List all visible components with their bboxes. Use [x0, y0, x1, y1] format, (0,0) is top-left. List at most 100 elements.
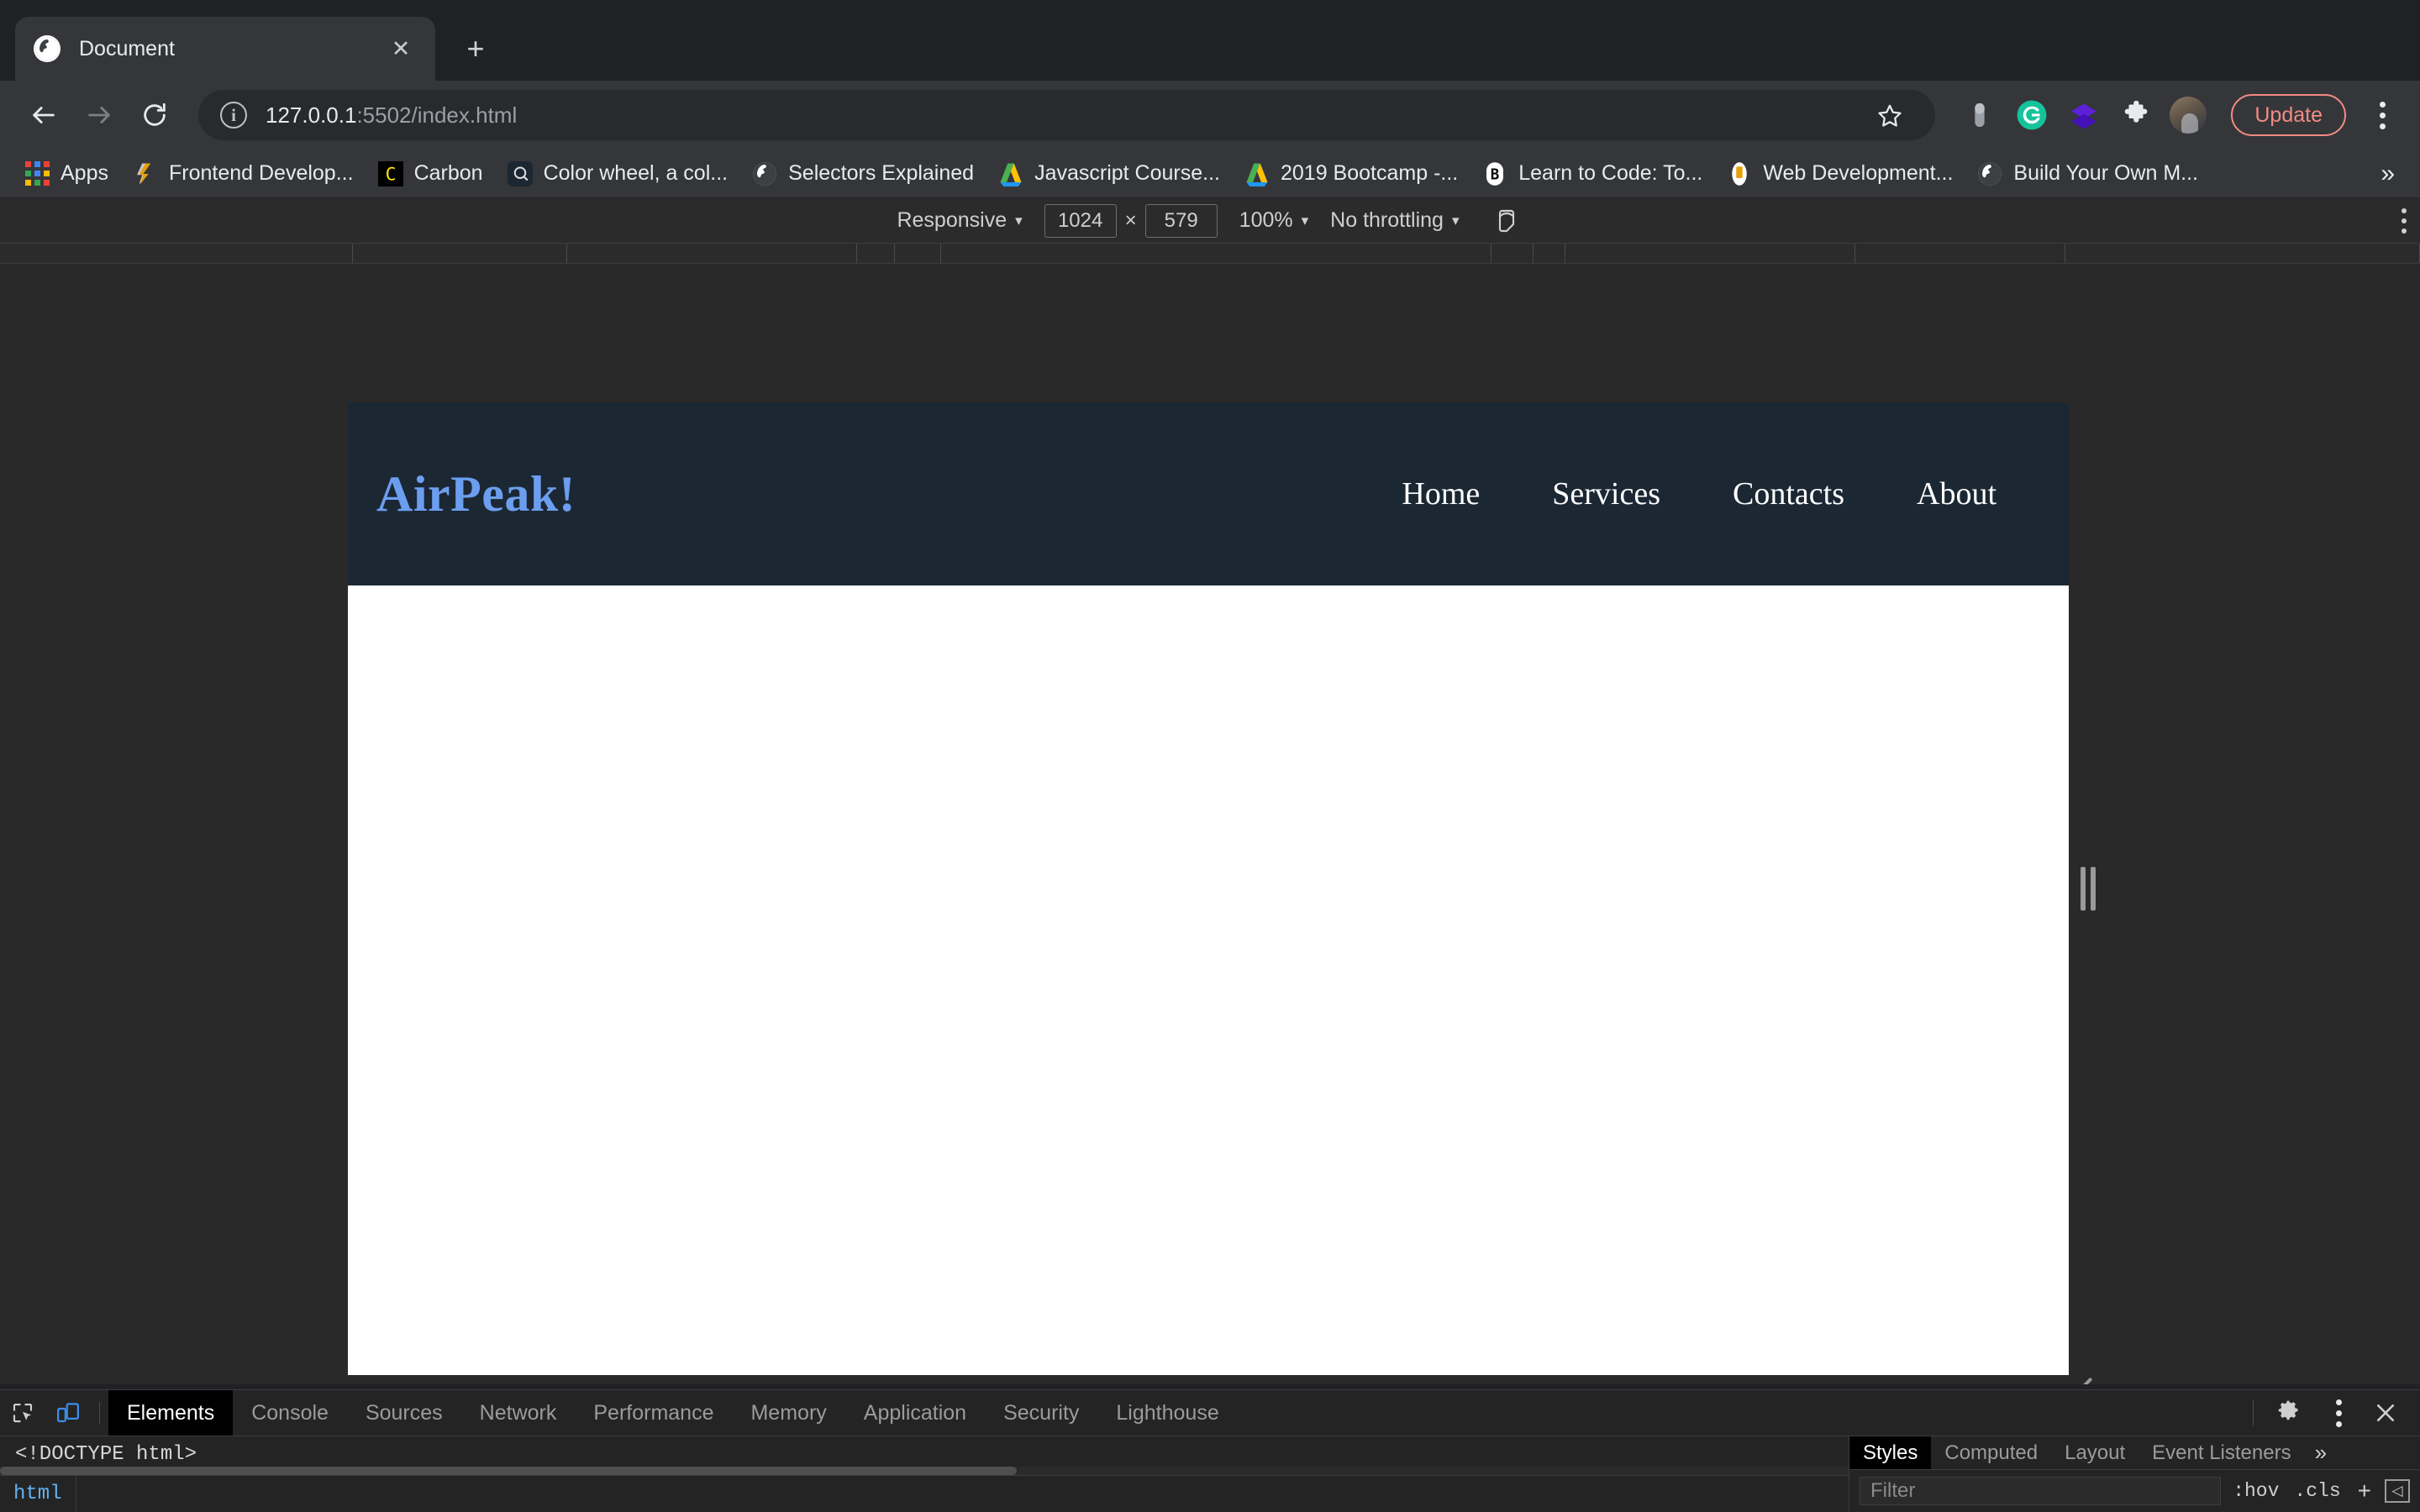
styles-tab-layout[interactable]: Layout — [2051, 1436, 2139, 1469]
site-header: AirPeak! Home Services Contacts About — [348, 402, 2069, 585]
kebab-menu-icon[interactable] — [2314, 1390, 2360, 1436]
viewport-width-handle[interactable] — [2079, 864, 2097, 914]
nav-link-about[interactable]: About — [1917, 475, 1996, 512]
chevron-down-icon: ▾ — [1301, 212, 1309, 228]
inspect-element-icon[interactable] — [0, 1390, 45, 1436]
rotate-device-icon[interactable] — [1490, 204, 1523, 238]
device-preset-label: Responsive — [897, 208, 1007, 232]
bookmark-selectors-explained[interactable]: Selectors Explained — [741, 155, 984, 192]
bookmark-label: Selectors Explained — [788, 161, 975, 185]
styles-pane: Styles Computed Layout Event Listeners »… — [1849, 1436, 2420, 1512]
bitmap-icon: B — [1481, 160, 1508, 187]
bookmarks-overflow-icon[interactable]: » — [2369, 160, 2407, 188]
capsule-icon[interactable] — [1960, 96, 1999, 134]
extensions-row: Update — [1952, 92, 2402, 138]
device-width-ruler — [0, 244, 2420, 264]
adobe-color-icon — [507, 160, 534, 187]
site-info-icon[interactable]: i — [220, 102, 247, 129]
elements-horizontal-scrollbar[interactable] — [0, 1467, 1849, 1475]
bookmark-javascript-course[interactable]: Javascript Course... — [987, 155, 1230, 192]
site-logo[interactable]: AirPeak! — [376, 465, 576, 523]
navigation-toolbar: i 127.0.0.1:5502/index.html Update — [0, 81, 2420, 150]
close-icon[interactable]: ✕ — [385, 33, 417, 65]
devtools-tab-network[interactable]: Network — [461, 1390, 576, 1436]
devtools-tab-performance[interactable]: Performance — [575, 1390, 732, 1436]
bookmark-label: Build Your Own M... — [2013, 161, 2198, 185]
sidebar-toggle-icon[interactable]: ◁ — [2385, 1479, 2410, 1503]
gear-icon[interactable] — [2265, 1390, 2311, 1436]
grammarly-icon[interactable] — [2012, 96, 2051, 134]
devtools-tab-memory[interactable]: Memory — [732, 1390, 844, 1436]
dimension-separator: × — [1124, 208, 1137, 232]
viewport-corner-resize-handle[interactable] — [2067, 1373, 2096, 1384]
bookmark-build-your-own[interactable]: Build Your Own M... — [1966, 155, 2208, 192]
back-icon[interactable] — [18, 90, 69, 140]
layers-icon[interactable] — [2065, 96, 2103, 134]
throttling-select[interactable]: No throttling ▾ — [1330, 208, 1459, 233]
bookmark-learn-to-code[interactable]: B Learn to Code: To... — [1471, 155, 1712, 192]
devtools-tab-application[interactable]: Application — [845, 1390, 985, 1436]
class-toggle[interactable]: .cls — [2291, 1480, 2344, 1502]
devtools-tabbar-actions — [2244, 1390, 2420, 1436]
browser-tab[interactable]: Document ✕ — [15, 17, 435, 81]
reload-icon[interactable] — [129, 90, 180, 140]
nav-link-contacts[interactable]: Contacts — [1733, 475, 1844, 512]
styles-tab-styles[interactable]: Styles — [1849, 1436, 1932, 1469]
bookmark-frontend-masters[interactable]: Frontend Develop... — [122, 155, 364, 192]
emulated-viewport: AirPeak! Home Services Contacts About — [348, 402, 2069, 1375]
breadcrumb-item-html[interactable]: html — [0, 1476, 76, 1512]
emulation-stage: AirPeak! Home Services Contacts About — [0, 264, 2420, 1384]
bookmark-2019-bootcamp[interactable]: 2019 Bootcamp -... — [1234, 155, 1468, 192]
viewport-height-input[interactable]: 579 — [1144, 203, 1218, 238]
elements-tree-pane[interactable]: <!DOCTYPE html> html — [0, 1436, 1849, 1512]
bookmark-color-wheel[interactable]: Color wheel, a col... — [497, 155, 739, 192]
bookmark-web-development[interactable]: Web Development... — [1716, 155, 1963, 192]
site-body — [348, 585, 2069, 1375]
kebab-menu-icon[interactable] — [2363, 92, 2402, 138]
new-tab-button[interactable]: + — [450, 24, 501, 74]
url-host: 127.0.0.1 — [266, 102, 357, 128]
styles-filter-input[interactable]: Filter — [1860, 1477, 2222, 1505]
bookmark-star-icon[interactable] — [1866, 92, 1914, 139]
devtools-content: <!DOCTYPE html> html Styles Computed Lay… — [0, 1436, 2420, 1512]
devtools-tab-sources[interactable]: Sources — [347, 1390, 461, 1436]
devtools-tabbar: Elements Console Sources Network Perform… — [0, 1390, 2420, 1436]
devtools-tab-security[interactable]: Security — [985, 1390, 1097, 1436]
frontend-masters-icon — [132, 160, 159, 187]
divider — [2253, 1400, 2254, 1425]
divider — [99, 1402, 100, 1424]
nav-link-home[interactable]: Home — [1402, 475, 1480, 512]
puzzle-extensions-icon[interactable] — [2117, 96, 2155, 134]
url-text: 127.0.0.1:5502/index.html — [266, 102, 517, 129]
globe-icon — [751, 160, 778, 187]
forward-icon[interactable] — [74, 90, 124, 140]
chevron-down-icon: ▾ — [1015, 212, 1023, 228]
toggle-device-toolbar-icon[interactable] — [45, 1390, 91, 1436]
throttling-label: No throttling — [1330, 208, 1444, 232]
devtools-tab-lighthouse[interactable]: Lighthouse — [1097, 1390, 1237, 1436]
device-preset-select[interactable]: Responsive ▾ — [897, 208, 1022, 233]
new-style-rule-button[interactable]: + — [2353, 1478, 2376, 1504]
styles-tabbar: Styles Computed Layout Event Listeners » — [1849, 1436, 2420, 1470]
devtools-tab-console[interactable]: Console — [233, 1390, 347, 1436]
viewport-width-input[interactable]: 1024 — [1044, 203, 1117, 238]
bookmark-label: Color wheel, a col... — [543, 161, 729, 185]
zoom-select[interactable]: 100% ▾ — [1239, 208, 1309, 233]
close-icon[interactable] — [2363, 1390, 2408, 1436]
bookmark-apps[interactable]: Apps — [13, 155, 118, 192]
nav-link-services[interactable]: Services — [1552, 475, 1660, 512]
address-bar[interactable]: i 127.0.0.1:5502/index.html — [198, 90, 1936, 140]
styles-tab-computed[interactable]: Computed — [1931, 1436, 2051, 1469]
bookmark-label: Frontend Develop... — [168, 161, 354, 185]
bookmark-carbon[interactable]: C Carbon — [367, 155, 493, 192]
google-drive-icon — [997, 160, 1024, 187]
hover-state-toggle[interactable]: :hov — [2229, 1480, 2282, 1502]
update-button[interactable]: Update — [2231, 94, 2346, 136]
devtools-tab-elements[interactable]: Elements — [108, 1390, 234, 1436]
avatar[interactable] — [2169, 96, 2207, 134]
google-drive-icon — [1244, 160, 1270, 187]
styles-tabs-overflow-icon[interactable]: » — [2305, 1436, 2337, 1469]
styles-tab-event-listeners[interactable]: Event Listeners — [2139, 1436, 2304, 1469]
device-toolbar-more-icon[interactable] — [2402, 207, 2407, 234]
bookmark-label: 2019 Bootcamp -... — [1281, 161, 1459, 185]
